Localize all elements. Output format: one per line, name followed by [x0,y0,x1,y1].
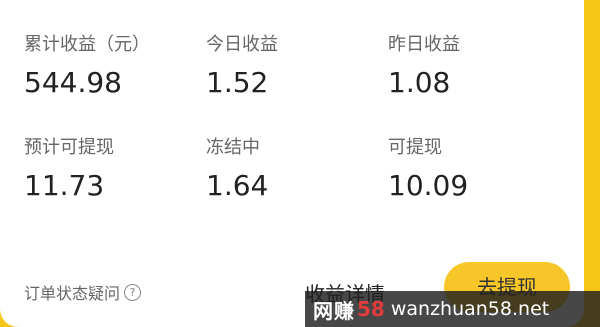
stat-value: 1.08 [388,66,451,99]
stat-value: 1.64 [206,169,269,202]
stat-value: 1.52 [206,66,269,99]
stat-label: 今日收益 [206,34,278,55]
stat-yesterday-earnings: 昨日收益 1.08 [388,30,460,99]
stat-estimated-withdrawable: 预计可提现 11.73 [24,133,114,202]
earnings-card: 累计收益（元） 544.98 今日收益 1.52 昨日收益 1.08 预计可提现… [0,0,584,327]
watermark-brand: 网赚 [313,298,355,323]
question-icon: ? [124,283,142,301]
order-status-faq-link[interactable]: 订单状态疑问 ? [24,280,142,304]
stat-label: 昨日收益 [388,34,460,55]
stat-withdrawable: 可提现 10.09 [388,133,468,202]
stat-frozen: 冻结中 1.64 [206,133,268,202]
stat-label: 累计收益（元） [24,34,150,55]
stat-label: 冻结中 [206,137,260,158]
stat-value: 10.09 [388,169,469,202]
watermark-logo: 58 [357,297,385,321]
stat-today-earnings: 今日收益 1.52 [206,30,278,99]
watermark: 网赚 58 wanzhuan58.net [305,291,600,327]
stat-value: 544.98 [24,66,122,99]
stat-value: 11.73 [24,169,105,202]
stat-label: 预计可提现 [24,137,114,158]
faq-label: 订单状态疑问 [24,284,121,303]
stat-total-earnings: 累计收益（元） 544.98 [24,30,150,99]
watermark-url: wanzhuan58.net [390,298,550,320]
stat-label: 可提现 [388,137,442,158]
